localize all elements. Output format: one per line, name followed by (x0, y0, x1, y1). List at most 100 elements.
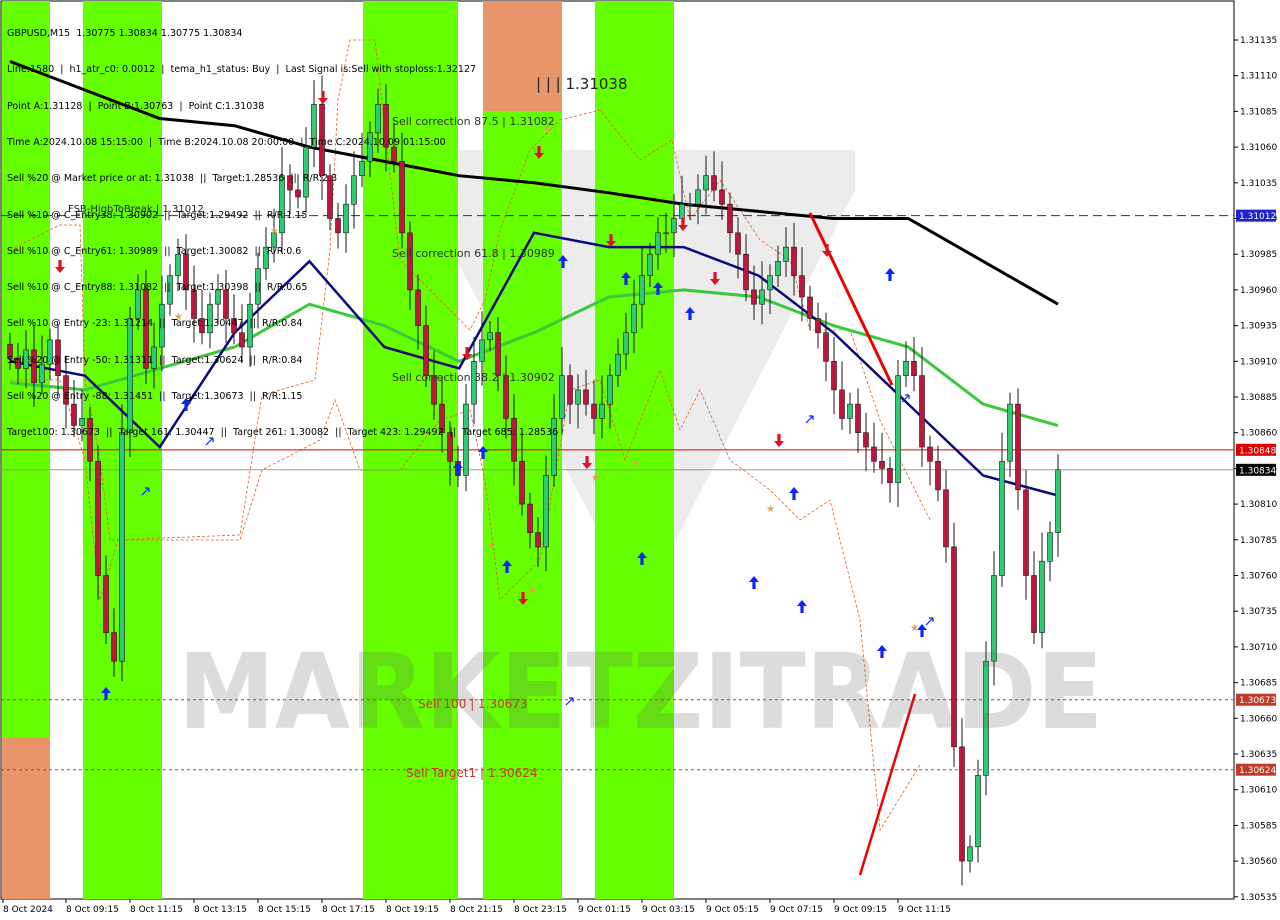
candle-body (935, 460, 941, 491)
info-line: Sell %10 @ C_Entry38: 1.30902 || Target:… (7, 209, 308, 221)
candle-body (1047, 532, 1053, 562)
candle-body (535, 532, 541, 548)
price-tick-label: 1.30785 (1240, 536, 1277, 546)
candle-body (1007, 403, 1013, 462)
candle-body (823, 332, 829, 362)
candle-body (119, 432, 125, 662)
time-tick-label: 8 Oct 09:15 (66, 905, 119, 915)
star-marker-icon: ★ (766, 504, 775, 515)
info-line: Time A:2024.10.08 15:15:00 | Time B:2024… (7, 137, 446, 149)
price-tag-label: 1.30834 (1239, 466, 1276, 476)
candle-body (543, 475, 549, 548)
price-tick-label: 1.31035 (1240, 179, 1277, 189)
price-tick-label: 1.31110 (1240, 72, 1277, 82)
price-tag-label: 1.30624 (1239, 766, 1276, 776)
sell-target1-label: Sell Target1 | 1.30624 (406, 766, 538, 780)
price-tick-label: 1.30910 (1240, 357, 1277, 367)
candle-body (519, 460, 525, 505)
candle-body (831, 360, 837, 391)
candle-body (863, 432, 869, 448)
candle-body (567, 375, 573, 405)
candle-body (695, 189, 701, 205)
time-tick-label: 9 Oct 01:15 (578, 905, 631, 915)
candle-body (975, 775, 981, 848)
candle-body (743, 253, 749, 291)
price-tick-label: 1.30660 (1240, 714, 1277, 724)
candle-body (1015, 403, 1021, 491)
candle-body (855, 403, 861, 434)
candle-body (1055, 469, 1061, 533)
time-tick-label: 8 Oct 2024 (3, 905, 53, 915)
candle-body (623, 332, 629, 355)
candle-body (767, 275, 773, 291)
candle-body (799, 275, 805, 298)
price-tick-label: 1.31135 (1240, 36, 1277, 46)
candle-body (607, 375, 613, 405)
candle-body (839, 389, 845, 419)
candle-body (615, 353, 621, 376)
price-tick-label: 1.31060 (1240, 143, 1277, 153)
info-line: Sell %10 @ C_Entry88: 1.31082 || Target:… (7, 282, 308, 294)
info-line: Target100: 1.30673 || Target 161: 1.3044… (7, 427, 559, 439)
price-tick-label: 1.30585 (1240, 821, 1277, 831)
time-tick-label: 9 Oct 07:15 (770, 905, 823, 915)
candle-body (967, 846, 973, 862)
candle-body (879, 460, 885, 469)
candle-body (783, 246, 789, 262)
candle-body (871, 446, 877, 462)
time-tick-label: 9 Oct 03:15 (642, 905, 695, 915)
time-tick-label: 8 Oct 13:15 (194, 905, 247, 915)
candle-body (663, 232, 669, 235)
candle-body (591, 403, 597, 419)
candle-body (959, 746, 965, 862)
price-tick-label: 1.30935 (1240, 322, 1277, 332)
candle-body (671, 218, 677, 234)
candle-body (703, 175, 709, 191)
candle-body (807, 296, 813, 319)
price-tick-label: 1.31085 (1240, 107, 1277, 117)
candle-body (95, 460, 101, 576)
info-line: Point A:1.31128 | Point B:1.30763 | Poin… (7, 100, 265, 112)
candle-body (911, 360, 917, 376)
info-line: Sell %20 @ Entry -88: 1.31451 || Target:… (7, 391, 303, 402)
candle-body (527, 503, 533, 534)
time-tick-label: 9 Oct 11:15 (898, 905, 951, 915)
candle-body (103, 575, 109, 633)
time-tick-label: 8 Oct 11:15 (130, 905, 183, 915)
chart-ohlc: 1.30775 1.30834 1.30775 1.30834 (76, 28, 243, 40)
price-tag-label: 1.31012 (1239, 212, 1276, 222)
candle-body (847, 403, 853, 419)
price-tick-label: 1.30735 (1240, 607, 1277, 617)
candle-body (679, 203, 685, 219)
candle-body (887, 468, 893, 483)
candle-body (919, 375, 925, 448)
price-tick-label: 1.30885 (1240, 393, 1277, 403)
chart-symbol: GBPUSD,M15 (7, 28, 71, 40)
candle-body (655, 232, 661, 255)
time-tick-label: 8 Oct 21:15 (450, 905, 503, 915)
candle-body (583, 389, 589, 405)
candle-body (895, 375, 901, 484)
candle-body (631, 303, 637, 334)
time-tick-label: 8 Oct 15:15 (258, 905, 311, 915)
candle-body (719, 189, 725, 205)
star-marker-icon: ★ (487, 541, 496, 552)
price-tick-label: 1.30710 (1240, 643, 1277, 653)
star-marker-icon: ★ (591, 473, 600, 484)
candle-body (727, 203, 733, 234)
info-line: Sell %20 @ Entry -50: 1.31311 || Target:… (7, 354, 303, 366)
candle-body (639, 275, 645, 305)
info-panel: GBPUSD,M15 1.30775 1.30834 1.30775 1.308… (7, 4, 558, 451)
candle-body (903, 360, 909, 376)
candle-body (999, 460, 1005, 576)
candle-body (1039, 560, 1045, 633)
candle-body (775, 260, 781, 276)
star-marker-icon: ★ (631, 458, 640, 469)
candle-body (575, 389, 581, 405)
star-marker-icon: ★ (528, 586, 537, 597)
time-tick-label: 8 Oct 23:15 (514, 905, 567, 915)
time-tick-label: 8 Oct 19:15 (386, 905, 439, 915)
time-tick-label: 9 Oct 05:15 (706, 905, 759, 915)
candle-body (815, 318, 821, 334)
candle-body (111, 632, 117, 662)
